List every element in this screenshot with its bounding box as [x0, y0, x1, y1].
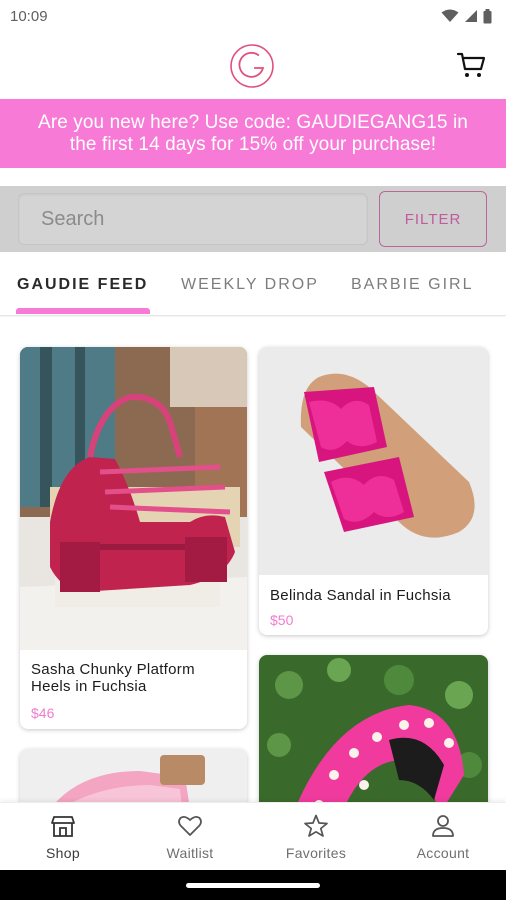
product-image	[259, 655, 488, 802]
promo-text-line1: Are you new here? Use code: GAUDIEGANG15…	[38, 112, 468, 133]
product-price: $50	[270, 612, 294, 628]
nav-favorites[interactable]: Favorites	[253, 803, 379, 871]
system-nav-bar	[0, 870, 506, 900]
tab-weekly-drop[interactable]: WEEKLY DROP	[181, 276, 319, 294]
product-feed: Sasha Chunky Platform Heels in Fuchsia $…	[0, 317, 506, 802]
heart-icon	[178, 815, 202, 836]
person-icon	[432, 815, 454, 837]
gaudie-logo-icon[interactable]	[228, 42, 276, 90]
nav-account[interactable]: Account	[380, 803, 506, 871]
tab-gaudie-feed[interactable]: GAUDIE FEED	[17, 276, 148, 294]
promo-banner: Are you new here? Use code: GAUDIEGANG15…	[0, 99, 506, 168]
wifi-icon	[441, 9, 459, 22]
product-title: Sasha Chunky Platform Heels in Fuchsia	[31, 661, 195, 695]
shop-icon	[51, 816, 75, 837]
product-card[interactable]: Belinda Sandal in Fuchsia $50	[259, 347, 488, 635]
app-header	[0, 32, 506, 98]
active-tab-indicator	[16, 308, 150, 314]
product-title: Belinda Sandal in Fuchsia	[270, 587, 451, 604]
nav-label: Waitlist	[166, 845, 214, 861]
search-bar: Search FILTER	[0, 186, 506, 252]
star-icon	[304, 814, 328, 837]
status-time: 10:09	[10, 7, 48, 25]
product-card[interactable]: Sasha Chunky Platform Heels in Fuchsia $…	[20, 347, 247, 729]
nav-label: Favorites	[285, 845, 347, 861]
bottom-nav: Shop Waitlist Favorites Account	[0, 802, 506, 870]
home-gesture-bar[interactable]	[186, 883, 320, 888]
product-price: $46	[31, 705, 55, 721]
product-title-line1: Sasha Chunky Platform	[31, 661, 195, 678]
status-icons	[441, 8, 492, 24]
search-placeholder: Search	[41, 207, 105, 230]
signal-icon	[465, 10, 477, 22]
promo-text-line2: the first 14 days for 15% off your purch…	[69, 134, 437, 155]
product-title-line2: Heels in Fuchsia	[31, 678, 147, 695]
category-tabs: GAUDIE FEED WEEKLY DROP BARBIE GIRL	[0, 258, 506, 316]
product-card[interactable]	[20, 749, 247, 802]
product-title-line1: Belinda Sandal in Fuchsia	[270, 587, 451, 604]
battery-icon	[483, 8, 492, 23]
search-input[interactable]: Search	[18, 193, 368, 245]
product-image	[259, 347, 488, 575]
nav-shop[interactable]: Shop	[0, 803, 126, 871]
nav-waitlist[interactable]: Waitlist	[127, 803, 253, 871]
product-image	[20, 749, 247, 802]
filter-button[interactable]: FILTER	[379, 191, 487, 247]
nav-label: Account	[416, 845, 470, 861]
product-image	[20, 347, 247, 650]
status-bar: 10:09	[0, 0, 506, 32]
product-card[interactable]	[259, 655, 488, 802]
nav-label: Shop	[46, 845, 80, 861]
cart-icon[interactable]	[456, 50, 486, 80]
tab-barbie-girl[interactable]: BARBIE GIRL	[351, 276, 473, 294]
